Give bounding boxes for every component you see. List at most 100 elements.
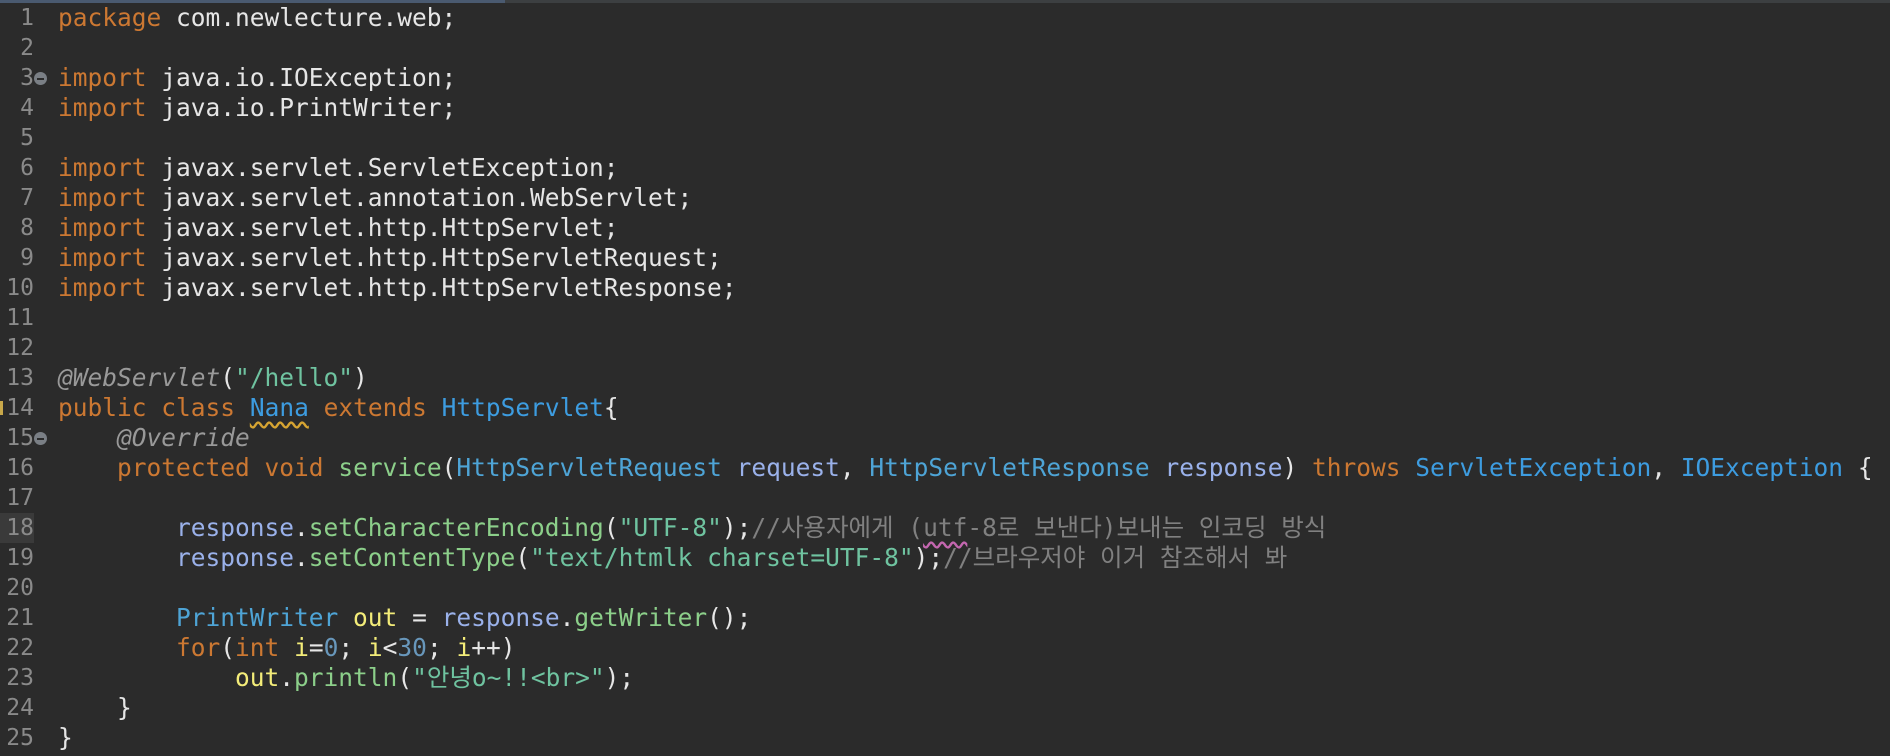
code-line[interactable]: import javax.servlet.http.HttpServletRes… bbox=[58, 273, 1890, 303]
code-token: ( bbox=[220, 363, 236, 392]
code-token: PrintWriter bbox=[176, 603, 339, 632]
line-number[interactable]: 5 bbox=[0, 123, 34, 153]
fold-collapse-icon[interactable] bbox=[34, 432, 47, 445]
line-number[interactable]: 12 bbox=[0, 333, 34, 363]
code-token: ) bbox=[353, 363, 368, 392]
line-number[interactable]: 14 bbox=[0, 393, 34, 423]
code-token: //사용자에게 ( bbox=[751, 513, 924, 542]
code-line[interactable]: import javax.servlet.http.HttpServletReq… bbox=[58, 243, 1890, 273]
code-token: . bbox=[294, 543, 309, 572]
warning-marker-icon[interactable] bbox=[0, 401, 3, 415]
code-token: javax.servlet.http.HttpServlet; bbox=[146, 213, 619, 242]
line-number[interactable]: 1 bbox=[0, 3, 34, 33]
code-token: ; bbox=[338, 633, 368, 662]
line-number[interactable]: 8 bbox=[0, 213, 34, 243]
code-line[interactable] bbox=[58, 483, 1890, 513]
line-number[interactable]: 19 bbox=[0, 543, 34, 573]
code-token: ; bbox=[426, 633, 457, 662]
code-token: "/hello" bbox=[235, 363, 354, 392]
code-token: (); bbox=[707, 603, 752, 632]
line-number[interactable]: 7 bbox=[0, 183, 34, 213]
code-token: import bbox=[58, 183, 147, 212]
code-token: ); bbox=[604, 663, 635, 692]
code-line[interactable]: } bbox=[58, 693, 1890, 723]
line-number[interactable]: 10 bbox=[0, 273, 34, 303]
code-line[interactable]: @WebServlet("/hello") bbox=[58, 363, 1890, 393]
code-token: javax.servlet.ServletException; bbox=[146, 153, 619, 182]
code-area[interactable]: package com.newlecture.web; import java.i… bbox=[58, 3, 1890, 756]
code-token: i bbox=[367, 633, 383, 662]
code-token: ); bbox=[913, 543, 944, 572]
code-token: -8로 보낸다)보내는 인코딩 방식 bbox=[967, 513, 1327, 542]
code-line[interactable]: response.setContentType("text/htmlk char… bbox=[58, 543, 1890, 573]
code-token: Nana bbox=[249, 393, 309, 422]
line-number[interactable]: 17 bbox=[0, 483, 34, 513]
code-line[interactable]: public class Nana extends HttpServlet{ bbox=[58, 393, 1890, 423]
code-token: } bbox=[58, 693, 132, 722]
code-token: "text/htmlk charset=UTF-8" bbox=[530, 543, 914, 572]
code-token: javax.servlet.http.HttpServletResponse; bbox=[146, 273, 737, 302]
line-number[interactable]: 6 bbox=[0, 153, 34, 183]
code-line[interactable]: import javax.servlet.ServletException; bbox=[58, 153, 1890, 183]
code-token: @WebServlet bbox=[58, 363, 221, 392]
line-number[interactable]: 15 bbox=[0, 423, 34, 453]
code-token: HttpServlet bbox=[441, 393, 604, 422]
line-number[interactable]: 3 bbox=[0, 63, 34, 93]
line-number[interactable]: 18 bbox=[0, 513, 34, 543]
line-number[interactable]: 23 bbox=[0, 663, 34, 693]
line-number[interactable]: 4 bbox=[0, 93, 34, 123]
code-line[interactable]: } bbox=[58, 723, 1890, 753]
code-token: javax.servlet.http.HttpServletRequest; bbox=[146, 243, 722, 272]
code-token: "안녕o~!!<br>" bbox=[412, 663, 605, 692]
line-number[interactable]: 21 bbox=[0, 603, 34, 633]
code-line[interactable]: out.println("안녕o~!!<br>"); bbox=[58, 663, 1890, 693]
code-token: ( bbox=[603, 513, 619, 542]
code-line[interactable]: response.setCharacterEncoding("UTF-8");/… bbox=[58, 513, 1890, 543]
code-line[interactable]: import javax.servlet.http.HttpServlet; bbox=[58, 213, 1890, 243]
code-line[interactable] bbox=[58, 33, 1890, 63]
code-line[interactable]: for(int i=0; i<30; i++) bbox=[58, 633, 1890, 663]
code-line[interactable]: PrintWriter out = response.getWriter(); bbox=[58, 603, 1890, 633]
line-number[interactable]: 16 bbox=[0, 453, 34, 483]
line-number[interactable]: 22 bbox=[0, 633, 34, 663]
code-line[interactable]: import java.io.IOException; bbox=[58, 63, 1890, 93]
code-token: "UTF-8" bbox=[618, 513, 722, 542]
code-line[interactable]: import javax.servlet.annotation.WebServl… bbox=[58, 183, 1890, 213]
code-line[interactable]: import java.io.PrintWriter; bbox=[58, 93, 1890, 123]
code-token: java.io.PrintWriter; bbox=[146, 93, 457, 122]
line-number[interactable]: 13 bbox=[0, 363, 34, 393]
line-number[interactable]: 24 bbox=[0, 693, 34, 723]
code-token: import bbox=[58, 273, 147, 302]
code-line[interactable] bbox=[58, 573, 1890, 603]
line-number[interactable]: 25 bbox=[0, 723, 34, 753]
fold-collapse-icon[interactable] bbox=[34, 72, 47, 85]
code-line[interactable] bbox=[58, 123, 1890, 153]
code-line[interactable] bbox=[58, 333, 1890, 363]
code-line[interactable]: package com.newlecture.web; bbox=[58, 3, 1890, 33]
code-token: import bbox=[58, 213, 147, 242]
code-token: service bbox=[338, 453, 442, 482]
line-number[interactable]: 9 bbox=[0, 243, 34, 273]
code-token: throws bbox=[1311, 453, 1401, 482]
code-editor[interactable]: package com.newlecture.web; import java.i… bbox=[0, 0, 1890, 756]
line-number[interactable]: 11 bbox=[0, 303, 34, 333]
code-token: HttpServletResponse bbox=[869, 453, 1150, 482]
code-line[interactable]: @Override bbox=[58, 423, 1890, 453]
line-number[interactable]: 20 bbox=[0, 573, 34, 603]
code-line[interactable]: protected void service(HttpServletReques… bbox=[58, 453, 1890, 483]
code-token: setCharacterEncoding bbox=[308, 513, 604, 542]
code-line[interactable] bbox=[58, 303, 1890, 333]
line-number[interactable]: 2 bbox=[0, 33, 34, 63]
code-token: public bbox=[58, 393, 147, 422]
